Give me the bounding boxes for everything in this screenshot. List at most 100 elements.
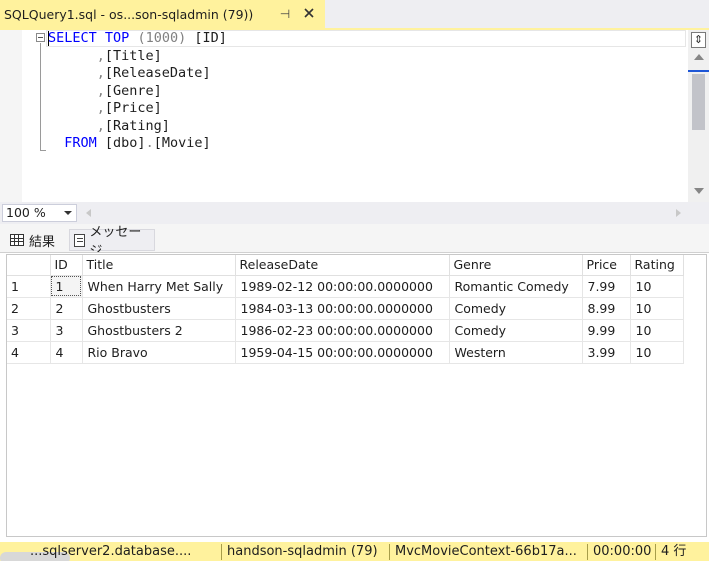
scroll-down-icon[interactable]	[694, 188, 704, 194]
cell-price[interactable]: 7.99	[582, 275, 631, 298]
fold-guide-end	[40, 150, 46, 151]
row-number[interactable]: 1	[7, 275, 51, 298]
cell-price[interactable]: 8.99	[582, 297, 631, 320]
code-line[interactable]: ,[Genre]	[48, 83, 227, 101]
results-table: ID Title ReleaseDate Genre Price Rating …	[7, 255, 684, 364]
tab-results[interactable]: 結果	[6, 229, 68, 251]
cell-rating[interactable]: 10	[630, 275, 684, 298]
tab-messages[interactable]: メッセージ	[69, 225, 155, 259]
code-line[interactable]: ,[Title]	[48, 48, 227, 66]
status-divider	[655, 544, 656, 560]
cell-releasedate[interactable]: 1986-02-23 00:00:00.0000000	[235, 319, 450, 342]
query-editor[interactable]: SELECT TOP (1000) [ID] ,[Title] ,[Releas…	[0, 30, 709, 202]
scroll-right-icon[interactable]	[676, 209, 681, 217]
header-releasedate[interactable]: ReleaseDate	[235, 255, 450, 276]
cell-releasedate[interactable]: 1959-04-15 00:00:00.0000000	[235, 341, 450, 364]
cell-title[interactable]: Ghostbusters	[82, 297, 236, 320]
sql-identifier: [Rating]	[104, 117, 170, 134]
sql-identifier: [ReleaseDate]	[104, 65, 211, 81]
split-editor-icon[interactable]: ⇕	[691, 32, 706, 48]
header-rating[interactable]: Rating	[630, 255, 684, 276]
close-icon[interactable]	[302, 6, 316, 20]
status-user: handson-sqladmin (79)	[227, 544, 378, 559]
sql-keyword: FROM	[64, 135, 97, 151]
cell-id[interactable]: 4	[50, 341, 83, 364]
cell-genre[interactable]: Comedy	[449, 319, 583, 342]
cell-title[interactable]: Ghostbusters 2	[82, 319, 236, 342]
header-price[interactable]: Price	[582, 255, 631, 276]
sql-identifier: [dbo]	[104, 135, 146, 151]
status-divider	[587, 544, 588, 560]
cell-title[interactable]: Rio Bravo	[82, 341, 236, 364]
cell-releasedate[interactable]: 1984-03-13 00:00:00.0000000	[235, 297, 450, 320]
table-row[interactable]: 4 4 Rio Bravo 1959-04-15 00:00:00.000000…	[7, 341, 684, 364]
header-rownum[interactable]	[7, 255, 51, 276]
cell-rating[interactable]: 10	[630, 341, 684, 364]
sql-punctuation: .	[145, 135, 154, 151]
editor-vertical-scrollbar[interactable]: ⇕	[688, 30, 709, 202]
zoom-dropdown[interactable]: 100 %	[2, 204, 77, 222]
code-line[interactable]: ,[Price]	[48, 100, 227, 118]
sql-identifier: [Title]	[104, 47, 162, 64]
table-row[interactable]: 3 3 Ghostbusters 2 1986-02-23 00:00:00.0…	[7, 319, 684, 342]
results-tab-strip: 結果 メッセージ	[0, 224, 709, 259]
sql-punctuation: ,	[48, 117, 105, 134]
cell-genre[interactable]: Romantic Comedy	[449, 275, 583, 298]
cell-id[interactable]: 3	[50, 319, 83, 342]
table-row[interactable]: 2 2 Ghostbusters 1984-03-13 00:00:00.000…	[7, 297, 684, 320]
editor-margin	[0, 30, 22, 202]
results-panel: ID Title ReleaseDate Genre Price Rating …	[0, 252, 709, 542]
fold-guide	[40, 43, 41, 150]
collapse-toggle-icon[interactable]	[36, 33, 45, 42]
tab-sqlquery1[interactable]: SQLQuery1.sql - os...son-sqladmin (79)) …	[0, 0, 325, 28]
status-elapsed: 00:00:00	[593, 544, 652, 559]
cell-rating[interactable]: 10	[630, 319, 684, 342]
code-line[interactable]: ,[ReleaseDate]	[48, 65, 227, 83]
code-line[interactable]: SELECT TOP (1000) [ID]	[48, 30, 227, 48]
zoom-value: 100 %	[6, 205, 46, 220]
cell-id[interactable]: 2	[50, 297, 83, 320]
code-line[interactable]: FROM [dbo].[Movie]	[48, 135, 227, 153]
sql-identifier: [Genre]	[104, 82, 162, 99]
table-row[interactable]: 1 1 When Harry Met Sally 1989-02-12 00:0…	[7, 275, 684, 298]
tab-results-label: 結果	[29, 234, 56, 250]
row-number[interactable]: 4	[7, 341, 51, 364]
status-database: MvcMovieContext-66b17a...	[395, 544, 577, 559]
header-row: ID Title ReleaseDate Genre Price Rating	[7, 255, 684, 276]
header-id[interactable]: ID	[50, 255, 83, 276]
sql-punctuation: ,	[48, 47, 105, 64]
row-number[interactable]: 2	[7, 297, 51, 320]
results-grid[interactable]: ID Title ReleaseDate Genre Price Rating …	[6, 254, 707, 537]
status-divider	[221, 544, 222, 560]
sql-punctuation: ,	[48, 82, 105, 99]
sql-identifier: [ID]	[194, 30, 227, 46]
scroll-thumb[interactable]	[692, 74, 705, 130]
cell-price[interactable]: 9.99	[582, 319, 631, 342]
sql-identifier: [Price]	[104, 100, 162, 116]
status-divider	[389, 544, 390, 560]
cell-id[interactable]: 1	[50, 275, 83, 298]
message-icon	[74, 233, 86, 247]
header-genre[interactable]: Genre	[449, 255, 583, 276]
pin-icon[interactable]: ⊣	[278, 7, 292, 21]
sql-code[interactable]: SELECT TOP (1000) [ID] ,[Title] ,[Releas…	[48, 30, 227, 153]
sql-keyword: SELECT	[48, 30, 97, 46]
scroll-left-icon[interactable]	[86, 209, 91, 217]
header-title[interactable]: Title	[82, 255, 236, 276]
sql-keyword: TOP	[104, 30, 130, 46]
cell-genre[interactable]: Western	[449, 341, 583, 364]
cell-title[interactable]: When Harry Met Sally	[82, 275, 236, 298]
document-tab-strip: SQLQuery1.sql - os...son-sqladmin (79)) …	[0, 0, 709, 28]
scroll-up-icon[interactable]	[694, 54, 704, 60]
code-line[interactable]: ,[Rating]	[48, 118, 227, 136]
cell-releasedate[interactable]: 1989-02-12 00:00:00.0000000	[235, 275, 450, 298]
cell-genre[interactable]: Comedy	[449, 297, 583, 320]
status-server: ...sqlserver2.database....	[30, 544, 192, 559]
row-number[interactable]: 3	[7, 319, 51, 342]
sql-identifier: [Movie]	[153, 135, 211, 151]
sql-identifier	[48, 135, 64, 151]
cell-price[interactable]: 3.99	[582, 341, 631, 364]
chevron-down-icon[interactable]	[64, 211, 72, 215]
cell-rating[interactable]: 10	[630, 297, 684, 320]
status-row-count: 4 行	[661, 544, 687, 559]
